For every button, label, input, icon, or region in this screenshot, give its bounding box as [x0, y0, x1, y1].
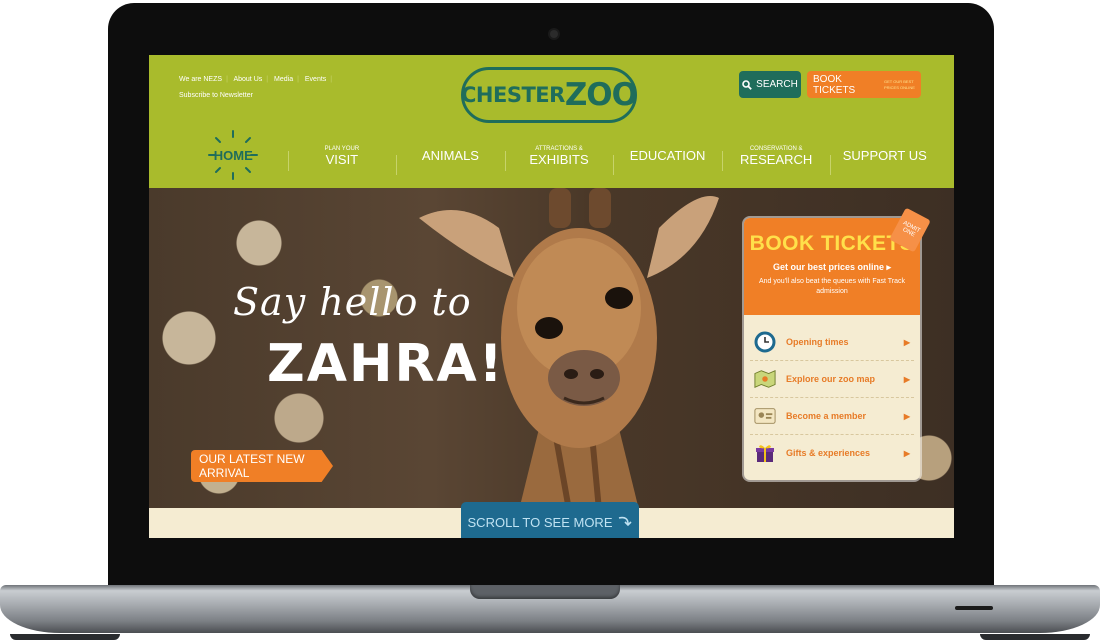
nav-item-label: RESEARCH: [740, 151, 813, 167]
link-about-us[interactable]: About Us: [233, 76, 262, 83]
nav-item-label: EDUCATION: [629, 147, 706, 163]
nav-item-label: ANIMALS: [421, 147, 479, 163]
curved-arrow-icon: [619, 516, 633, 527]
chevron-right-icon: ▶: [903, 337, 910, 347]
link-label: Become a member: [786, 411, 867, 421]
nav-home[interactable]: HOME: [179, 130, 288, 180]
link-become-member[interactable]: Become a member ▶: [750, 398, 914, 435]
logo-text-chester: CHESTER: [461, 83, 565, 107]
logo-text-zoo: ZOO: [564, 77, 638, 113]
ticket-panel: BOOK TICKETS Get our best prices online …: [744, 207, 931, 480]
nav-support-us[interactable]: SUPPORT US: [830, 147, 939, 175]
book-tickets-header-tag: GET OUR BEST PRICES ONLINE: [883, 78, 915, 90]
laptop-foot-left: [10, 634, 120, 640]
panel-subtitle: Get our best prices online ▸: [772, 262, 892, 272]
link-label: Gifts & experiences: [786, 448, 871, 458]
hero-headline-line1: Say hello to: [233, 280, 472, 324]
nav-item-label: VISIT: [325, 151, 359, 167]
scroll-label: SCROLL TO SEE MORE: [467, 515, 613, 530]
quick-links: Opening times ▶ Explore our zoo map ▶ Be…: [750, 324, 914, 471]
panel-note: And you'll also beat the queues with Fas…: [758, 278, 906, 295]
main-nav: HOME PLAN YOUR VISIT ANIMALS ATTRACTIONS…: [179, 130, 939, 180]
nav-plan-your-visit[interactable]: PLAN YOUR VISIT: [287, 145, 397, 171]
latest-arrival-button[interactable]: OUR LATEST NEW ARRIVAL: [191, 450, 333, 482]
member-card-icon: [754, 405, 776, 427]
hero-headline-line2: ZAHRA!: [267, 334, 505, 394]
chester-zoo-logo[interactable]: CHESTER ZOO: [461, 67, 638, 123]
website-screen: We are NEZS | About Us | Media | Events | Su…: [149, 55, 954, 538]
hero-banner: Say hello to ZAHRA! OUR LATEST NEW ARRIV…: [149, 188, 954, 510]
link-opening-times[interactable]: Opening times ▶: [750, 324, 914, 361]
link-events[interactable]: Events: [305, 76, 326, 83]
clock-icon: [754, 331, 776, 353]
link-label: Explore our zoo map: [786, 374, 876, 384]
map-icon: [754, 368, 776, 390]
link-gifts-experiences[interactable]: Gifts & experiences ▶: [750, 435, 914, 471]
utility-links: We are NEZS | About Us | Media | Events | Su…: [179, 76, 333, 99]
nav-conservation-research[interactable]: CONSERVATION & RESEARCH: [721, 145, 831, 171]
book-tickets-promo[interactable]: BOOK TICKETS Get our best prices online …: [744, 207, 931, 315]
chevron-right-icon: ▶: [903, 374, 910, 384]
link-we-are-nezs[interactable]: We are NEZS: [179, 76, 222, 83]
link-label: Opening times: [786, 337, 849, 347]
nav-animals[interactable]: ANIMALS: [396, 147, 505, 175]
laptop-indicator: [955, 606, 993, 610]
nav-education[interactable]: EDUCATION: [613, 147, 722, 175]
nav-item-label: SUPPORT US: [842, 147, 927, 163]
laptop-foot-right: [980, 634, 1090, 640]
gift-icon: [754, 442, 776, 464]
link-media[interactable]: Media: [274, 76, 293, 83]
book-tickets-header-label: BOOK TICKETS: [813, 73, 856, 96]
nav-attractions-exhibits[interactable]: ATTRACTIONS & EXHIBITS: [504, 145, 614, 171]
nav-item-label: EXHIBITS: [529, 151, 589, 167]
link-subscribe-newsletter[interactable]: Subscribe to Newsletter: [179, 92, 253, 99]
webcam: [550, 30, 558, 38]
chevron-right-icon: ▶: [903, 448, 910, 458]
chevron-right-icon: ▶: [903, 411, 910, 421]
link-zoo-map[interactable]: Explore our zoo map ▶: [750, 361, 914, 398]
search-button[interactable]: SEARCH: [739, 71, 801, 98]
search-icon: [742, 79, 752, 90]
search-label: SEARCH: [756, 79, 798, 90]
laptop-notch: [470, 585, 620, 599]
scroll-to-see-more-button[interactable]: SCROLL TO SEE MORE: [461, 502, 639, 538]
sunburst-icon: [208, 130, 259, 180]
book-tickets-header-button[interactable]: BOOK TICKETS GET OUR BEST PRICES ONLINE: [807, 71, 921, 98]
site-header: We are NEZS | About Us | Media | Events | Su…: [149, 55, 954, 196]
